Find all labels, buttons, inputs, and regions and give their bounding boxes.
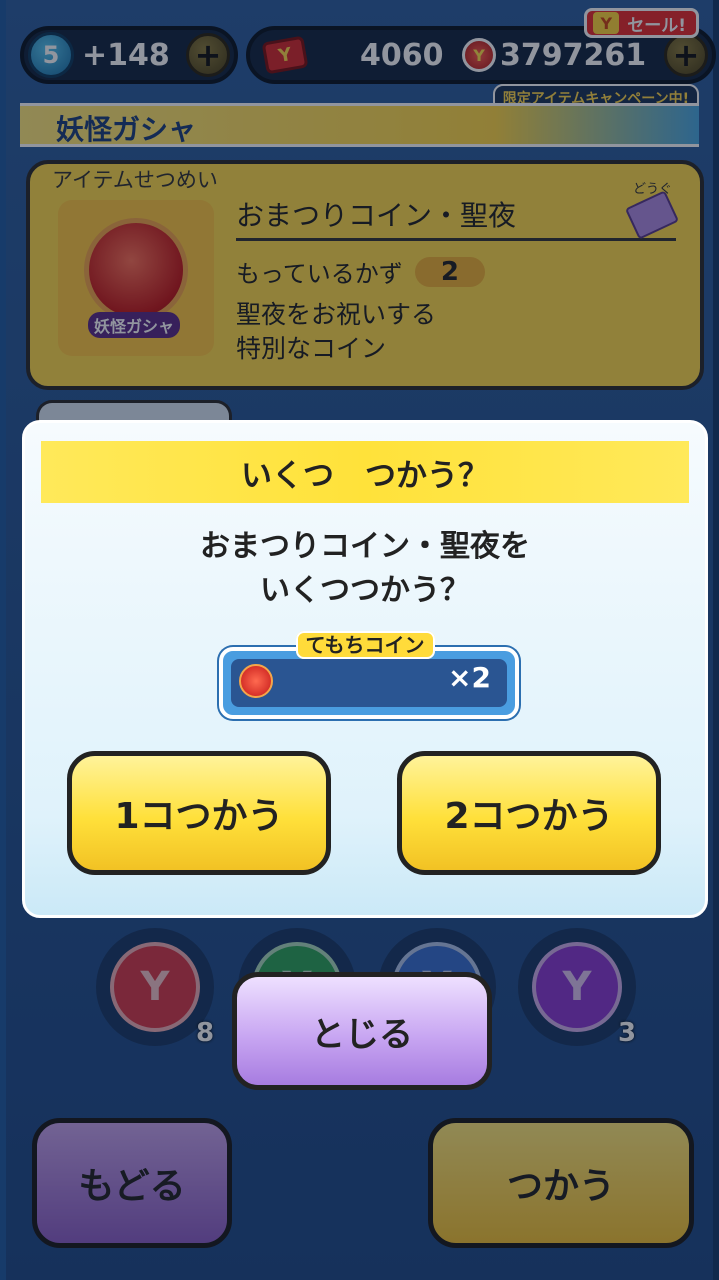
festival-coin-icon	[239, 664, 273, 698]
dialog-title: いくつ つかう？	[241, 457, 489, 494]
message-line-1: おまつりコイン・聖夜を	[200, 529, 530, 564]
use-two-button[interactable]: 2コつかう	[397, 751, 661, 875]
use-one-button[interactable]: 1コつかう	[67, 751, 331, 875]
owned-count: ×2	[448, 661, 491, 694]
close-button[interactable]: とじる	[232, 972, 492, 1090]
owned-coins-panel: ×2	[231, 659, 507, 707]
owned-coins-label-wrap: てもちコイン	[25, 629, 705, 659]
game-screen: 5 +148 + Y 4060 Y 3797261 + Y セール! 限定アイテ…	[0, 0, 719, 1280]
dialog-message: おまつりコイン・聖夜を いくつつかう？	[25, 525, 705, 613]
owned-coins-label: てもちコイン	[295, 631, 435, 659]
dialog-header: いくつ つかう？	[41, 441, 689, 503]
use-quantity-dialog: いくつ つかう？ おまつりコイン・聖夜を いくつつかう？ ×2 てもちコイン 1…	[22, 420, 708, 918]
message-line-2: いくつつかう？	[260, 573, 470, 608]
